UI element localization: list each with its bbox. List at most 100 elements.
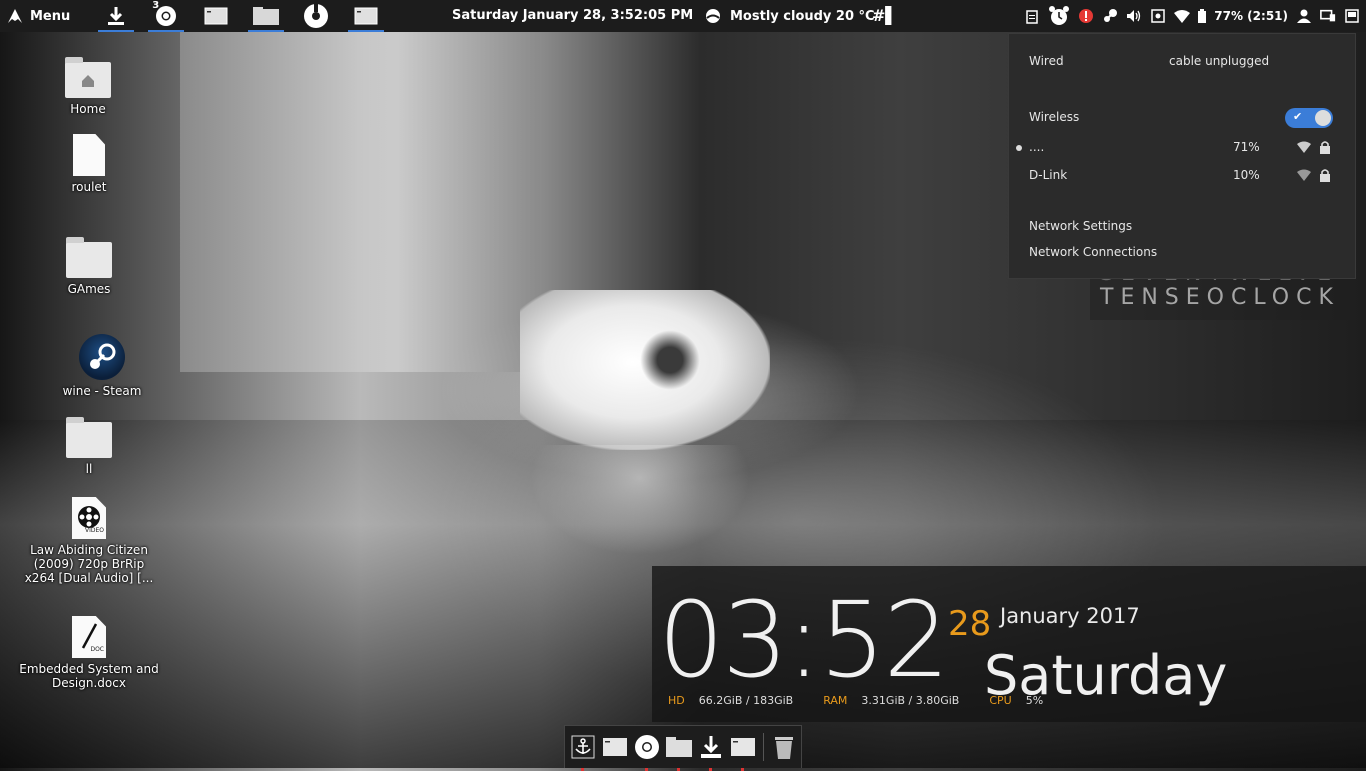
doc-badge: DOC [90,646,104,653]
menu-label: Menu [30,8,71,24]
cpu-value: 5% [1025,694,1044,707]
network-strength: 10% [1233,168,1260,182]
folder-icon [66,417,112,458]
wifi-signal-icon [1297,141,1311,153]
task-terminal-2[interactable] [346,0,386,32]
download-icon [701,736,721,758]
network-name: D-Link [1029,168,1068,182]
chrome-icon [635,735,659,759]
wired-status: cable unplugged [1169,54,1270,68]
network-settings-link[interactable]: Network Settings [1029,219,1132,233]
clipboard-icon[interactable] [1024,8,1040,24]
chrome-window-count: 3 [152,0,160,11]
video-badge: VIDEO [84,527,104,534]
wallpaper-cat-reflection [530,445,750,555]
ram-label: RAM [823,694,848,707]
dock-separator [763,733,764,761]
anchor-icon [571,735,595,759]
conky-month-year: January 2017 [1000,604,1140,628]
task-music-player[interactable] [296,0,336,32]
task-downloads[interactable] [96,0,136,32]
wired-label: Wired [1029,54,1064,68]
dock [564,725,802,771]
dock-item-chrome[interactable] [633,733,661,771]
folder-icon [666,737,692,757]
video-file-icon: VIDEO [72,497,106,539]
terminal-icon [603,738,627,756]
conky-time: 03:52 [658,579,950,701]
screenshot-icon[interactable] [1150,8,1166,24]
desktop-icon-label: wine - Steam [62,384,142,398]
word-document-icon: DOC [72,616,106,658]
desktop-icon-label: roulet [71,180,107,194]
volume-icon[interactable] [1126,8,1142,24]
network-connections-link[interactable]: Network Connections [1029,245,1157,259]
terminal-icon [354,7,378,25]
alarm-clock-icon[interactable] [1048,6,1070,25]
desktop-icon-home[interactable]: Home [18,57,158,116]
desktop-switch-icon[interactable] [1344,8,1360,24]
panel-clock[interactable]: Saturday January 28, 3:52:05 PM [452,0,693,32]
music-player-icon [304,4,329,28]
conky-widget: 03:52 28 January 2017 Saturday HD 66.2Gi… [652,566,1366,722]
wallpaper-wall [180,32,540,372]
terminal-icon [731,738,755,756]
word-clock-line-2: TENSEOCLOCK [1100,285,1340,310]
home-folder-icon [65,57,111,98]
desktop-icon-ll[interactable]: ll [19,417,159,476]
desktop-icon-roulet[interactable]: roulet [19,134,159,194]
network-name: .... [1029,140,1045,154]
lock-icon [1320,169,1330,182]
terminal-icon [204,7,228,25]
dock-item-downloads[interactable] [697,733,725,771]
wireless-toggle[interactable]: ✔ [1285,108,1333,128]
top-panel: Menu 3 Saturday January 28, 3:52:05 PM M… [0,0,1366,32]
system-tray: 77% (2:51) [1024,0,1366,32]
task-chrome[interactable]: 3 [146,0,186,32]
ram-value: 3.31GiB / 3.80GiB [861,694,960,707]
network-item[interactable]: D-Link 10% [1009,162,1355,188]
desktop-icon-steam[interactable]: wine - Steam [32,334,172,398]
panel-weather[interactable]: Mostly cloudy 20 °C [704,0,875,32]
dock-item-terminal-2[interactable] [729,733,757,771]
network-item[interactable]: .... 71% [1009,134,1355,160]
desktop-icon-label: Embedded System and Design.docx [19,662,159,690]
desktop-icon-label: GAmes [67,282,111,296]
task-files[interactable] [246,0,286,32]
desktop-icon-video[interactable]: VIDEO Law Abiding Citizen (2009) 720p Br… [19,497,159,585]
wifi-signal-icon [1297,169,1311,181]
dock-item-anchor[interactable] [569,733,597,771]
wallpaper-cat-patch [640,330,700,390]
display-icon[interactable] [1320,8,1336,24]
wireless-label: Wireless [1029,110,1080,124]
dock-item-files[interactable] [665,733,693,771]
desktop-icon-label: Law Abiding Citizen (2009) 720p BrRip x2… [24,543,154,585]
check-icon: ✔ [1293,110,1303,123]
steam-tray-icon[interactable] [1102,8,1118,24]
workspace-indicator[interactable]: #▌ [872,0,898,32]
menu-button[interactable]: Menu [0,0,78,32]
update-alert-icon[interactable] [1078,8,1094,24]
lock-icon [1320,141,1330,154]
battery-icon[interactable] [1198,8,1207,24]
document-icon [73,134,105,176]
download-icon [108,7,125,25]
steam-icon [79,334,125,380]
arch-logo-icon [8,9,22,23]
folder-icon [66,237,112,278]
desktop-icon-games[interactable]: GAmes [19,237,159,296]
conky-day: 28 [948,604,992,644]
dock-item-terminal[interactable] [601,733,629,761]
dock-item-trash[interactable] [770,733,798,761]
conky-stats: HD 66.2GiB / 183GiB RAM 3.31GiB / 3.80Gi… [668,694,1073,707]
desktop-icon-docx[interactable]: DOC Embedded System and Design.docx [19,616,159,690]
network-strength: 71% [1233,140,1260,154]
desktop-icon-label: ll [85,462,93,476]
folder-icon [253,7,280,25]
user-icon[interactable] [1296,8,1312,24]
task-terminal[interactable] [196,0,236,32]
battery-status[interactable]: 77% (2:51) [1214,9,1288,23]
toggle-knob [1315,110,1331,126]
trash-icon [775,737,793,759]
wifi-icon[interactable] [1174,8,1191,24]
